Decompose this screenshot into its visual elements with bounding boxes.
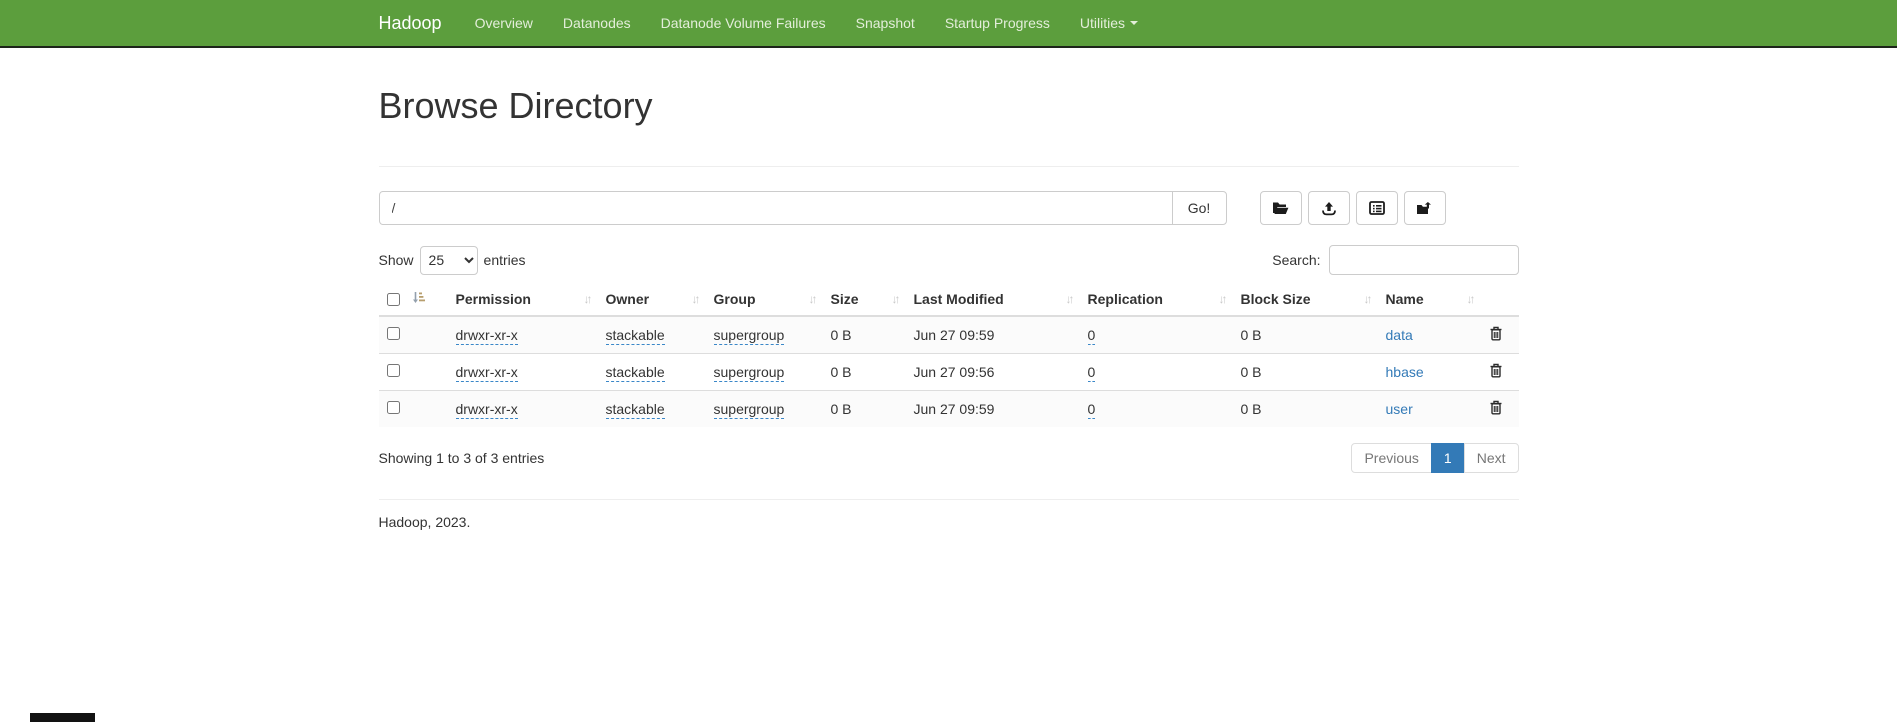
divider: [379, 166, 1519, 167]
nav-overview[interactable]: Overview: [460, 0, 548, 46]
sort-icon: ↓↑: [692, 292, 698, 306]
block-size-value: 0 B: [1233, 391, 1378, 428]
trash-icon: [1489, 326, 1503, 344]
group-editable[interactable]: supergroup: [714, 327, 785, 345]
group-editable[interactable]: supergroup: [714, 364, 785, 382]
upload-files-button[interactable]: [1308, 191, 1350, 225]
column-last-modified[interactable]: Last Modified↓↑: [906, 283, 1080, 316]
sort-icon: ↓↑: [892, 292, 898, 306]
trash-icon: [1489, 363, 1503, 381]
permission-editable[interactable]: drwxr-xr-x: [456, 401, 518, 419]
table-footer: Showing 1 to 3 of 3 entries Previous 1 N…: [379, 443, 1519, 473]
last-modified-value: Jun 27 09:59: [906, 316, 1080, 354]
size-value: 0 B: [823, 316, 906, 354]
folder-move-icon: [1416, 201, 1433, 216]
group-editable[interactable]: supergroup: [714, 401, 785, 419]
divider: [379, 499, 1519, 500]
directory-link[interactable]: hbase: [1386, 364, 1424, 380]
pagination: Previous 1 Next: [1352, 443, 1518, 473]
create-directory-button[interactable]: [1260, 191, 1302, 225]
search-input[interactable]: [1329, 245, 1519, 275]
column-block-size[interactable]: Block Size↓↑: [1233, 283, 1378, 316]
nav-datanode-volume-failures[interactable]: Datanode Volume Failures: [646, 0, 841, 46]
list-alt-icon: [1369, 201, 1385, 215]
cloud-upload-icon: [1321, 201, 1337, 216]
last-modified-value: Jun 27 09:56: [906, 354, 1080, 391]
pagination-page-1[interactable]: 1: [1431, 443, 1465, 473]
path-bar: Go!: [379, 191, 1519, 225]
nav-utilities-label: Utilities: [1080, 15, 1125, 31]
folder-open-icon: [1272, 201, 1289, 215]
size-value: 0 B: [823, 354, 906, 391]
select-all-checkbox[interactable]: [387, 293, 400, 306]
table-row: drwxr-xr-x stackable supergroup 0 B Jun …: [379, 316, 1519, 354]
row-checkbox[interactable]: [387, 364, 400, 377]
move-button[interactable]: [1404, 191, 1446, 225]
pagination-next[interactable]: Next: [1464, 443, 1519, 473]
show-label: Show: [379, 252, 414, 268]
block-size-value: 0 B: [1233, 316, 1378, 354]
sort-icon: ↓↑: [1066, 292, 1072, 306]
block-size-value: 0 B: [1233, 354, 1378, 391]
column-actions: [1481, 283, 1519, 316]
directory-link[interactable]: data: [1386, 327, 1413, 343]
table-header-row: Permission↓↑ Owner↓↑ Group↓↑ Size↓↑ Last…: [379, 283, 1519, 316]
replication-editable[interactable]: 0: [1088, 364, 1096, 382]
nav-datanodes[interactable]: Datanodes: [548, 0, 646, 46]
permission-editable[interactable]: drwxr-xr-x: [456, 327, 518, 345]
column-name[interactable]: Name↓↑: [1378, 283, 1481, 316]
table-controls: Show 25 entries Search:: [379, 245, 1519, 275]
nav-links: Overview Datanodes Datanode Volume Failu…: [460, 0, 1153, 46]
column-permission[interactable]: Permission↓↑: [448, 283, 598, 316]
sort-active-icon: [412, 291, 425, 307]
replication-editable[interactable]: 0: [1088, 401, 1096, 419]
owner-editable[interactable]: stackable: [606, 401, 665, 419]
go-button[interactable]: Go!: [1172, 191, 1227, 225]
file-action-buttons: [1260, 191, 1446, 225]
pagination-previous[interactable]: Previous: [1351, 443, 1431, 473]
caret-down-icon: [1130, 21, 1138, 25]
column-group[interactable]: Group↓↑: [706, 283, 823, 316]
nav-snapshot[interactable]: Snapshot: [841, 0, 930, 46]
path-input[interactable]: [379, 191, 1173, 225]
navbar: Hadoop Overview Datanodes Datanode Volum…: [0, 0, 1897, 48]
row-checkbox[interactable]: [387, 401, 400, 414]
column-size[interactable]: Size↓↑: [823, 283, 906, 316]
sort-icon: ↓↑: [809, 292, 815, 306]
entries-summary: Showing 1 to 3 of 3 entries: [379, 450, 545, 466]
page-title: Browse Directory: [379, 86, 1519, 126]
last-modified-value: Jun 27 09:59: [906, 391, 1080, 428]
directory-table: Permission↓↑ Owner↓↑ Group↓↑ Size↓↑ Last…: [379, 283, 1519, 427]
delete-button[interactable]: [1489, 363, 1503, 381]
column-select-all[interactable]: [379, 283, 448, 316]
row-checkbox[interactable]: [387, 327, 400, 340]
footer-text: Hadoop, 2023.: [379, 514, 1519, 530]
column-replication[interactable]: Replication↓↑: [1080, 283, 1233, 316]
paste-button[interactable]: [1356, 191, 1398, 225]
search-label: Search:: [1272, 252, 1320, 268]
delete-button[interactable]: [1489, 326, 1503, 344]
hdfs-browser-page: Hadoop Overview Datanodes Datanode Volum…: [0, 0, 1897, 722]
entries-label: entries: [484, 252, 526, 268]
size-value: 0 B: [823, 391, 906, 428]
nav-startup-progress[interactable]: Startup Progress: [930, 0, 1065, 46]
column-owner[interactable]: Owner↓↑: [598, 283, 706, 316]
page-size-select[interactable]: 25: [420, 246, 478, 275]
sort-icon: ↓↑: [584, 292, 590, 306]
sort-icon: ↓↑: [1467, 292, 1473, 306]
sort-icon: ↓↑: [1219, 292, 1225, 306]
delete-button[interactable]: [1489, 400, 1503, 418]
table-row: drwxr-xr-x stackable supergroup 0 B Jun …: [379, 354, 1519, 391]
sort-icon: ↓↑: [1364, 292, 1370, 306]
owner-editable[interactable]: stackable: [606, 327, 665, 345]
directory-link[interactable]: user: [1386, 401, 1413, 417]
owner-editable[interactable]: stackable: [606, 364, 665, 382]
brand-hadoop[interactable]: Hadoop: [379, 13, 442, 34]
table-row: drwxr-xr-x stackable supergroup 0 B Jun …: [379, 391, 1519, 428]
nav-utilities-dropdown[interactable]: Utilities: [1065, 0, 1153, 46]
trash-icon: [1489, 400, 1503, 418]
screen-artifact: [30, 713, 95, 722]
permission-editable[interactable]: drwxr-xr-x: [456, 364, 518, 382]
replication-editable[interactable]: 0: [1088, 327, 1096, 345]
